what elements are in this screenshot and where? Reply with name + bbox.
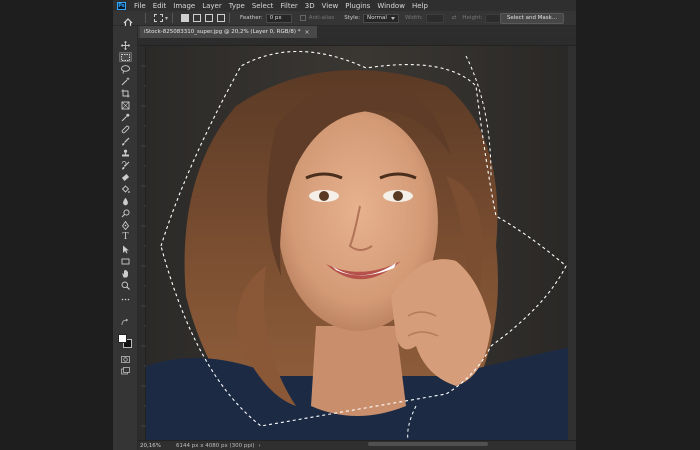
antialias-label: Anti-alias: [308, 15, 335, 21]
home-icon[interactable]: [123, 13, 133, 28]
pen-icon[interactable]: [119, 220, 132, 230]
drop-icon[interactable]: [119, 196, 132, 206]
feather-input[interactable]: 0 px: [265, 13, 292, 23]
zoom-level[interactable]: 20,16%: [140, 443, 170, 449]
menu-3d[interactable]: 3D: [305, 2, 315, 10]
rectangle-icon[interactable]: [119, 256, 132, 266]
add-selection-icon[interactable]: [193, 14, 202, 22]
right-backdrop: [576, 0, 700, 450]
portrait-photo: [146, 46, 576, 440]
style-label: Style:: [344, 15, 360, 21]
divider: [229, 13, 231, 23]
eyedropper-icon[interactable]: [119, 112, 132, 122]
antialias-checkbox[interactable]: [299, 15, 306, 21]
menu-edit[interactable]: Edit: [153, 2, 167, 10]
vertical-scrollbar[interactable]: [568, 46, 576, 440]
menu-help[interactable]: Help: [412, 2, 428, 10]
vertical-ruler[interactable]: [138, 46, 146, 440]
width-label: Width:: [404, 15, 423, 21]
document-size-info: 6144 px x 4080 px (300 ppi): [176, 442, 255, 449]
tab-strip: [318, 26, 576, 38]
chevron-right-icon[interactable]: ›: [259, 443, 261, 449]
crop-icon[interactable]: [119, 88, 132, 98]
close-icon[interactable]: ×: [305, 29, 310, 36]
foreground-color-swatch[interactable]: [118, 334, 127, 343]
width-input[interactable]: [425, 13, 444, 23]
horizontal-ruler[interactable]: [138, 38, 576, 53]
history-brush-icon[interactable]: [119, 160, 132, 170]
zoom-icon[interactable]: [119, 280, 132, 290]
height-label: Height:: [462, 15, 483, 21]
style-select[interactable]: Normal: [362, 13, 399, 23]
hand-icon[interactable]: [119, 268, 132, 278]
rect-marquee-preset-icon[interactable]: [154, 14, 163, 22]
stamp-icon[interactable]: [119, 148, 132, 158]
select-and-mask-button[interactable]: Select and Mask...: [500, 13, 564, 24]
status-bar: 20,16% 6144 px x 4080 px (300 ppi) ›: [138, 440, 576, 450]
chevron-down-icon[interactable]: ▾: [165, 15, 168, 22]
photoshop-logo: Ps: [117, 1, 126, 10]
quick-mask-icon[interactable]: [119, 354, 132, 364]
menu-window[interactable]: Window: [377, 2, 405, 10]
magic-wand-icon[interactable]: [119, 76, 132, 86]
new-selection-icon[interactable]: [181, 14, 190, 22]
horizontal-scrollbar[interactable]: [368, 442, 488, 446]
brush-icon[interactable]: [119, 136, 132, 146]
divider: [145, 13, 146, 23]
dodge-icon[interactable]: [119, 208, 132, 218]
menu-select[interactable]: Select: [252, 2, 274, 10]
rect-marquee-icon[interactable]: [119, 52, 132, 62]
feather-label: Feather:: [240, 15, 263, 21]
lasso-icon[interactable]: [119, 64, 132, 74]
tools-panel: T: [113, 26, 138, 450]
eraser-icon[interactable]: [119, 172, 132, 182]
menu-file[interactable]: File: [134, 2, 146, 10]
menu-layer[interactable]: Layer: [202, 2, 222, 10]
menu-image[interactable]: Image: [173, 2, 195, 10]
document-canvas[interactable]: [146, 46, 576, 440]
document-tab-title: iStock-825083310_super.jpg @ 20,2% (Laye…: [144, 29, 301, 35]
left-backdrop: [0, 0, 113, 450]
screen-mode-icon[interactable]: [119, 366, 132, 376]
intersect-selection-icon[interactable]: [217, 14, 226, 22]
menu-bar: Ps File Edit Image Layer Type Select Fil…: [113, 0, 576, 11]
screenshot-frame: Ps File Edit Image Layer Type Select Fil…: [0, 0, 700, 450]
menu-type[interactable]: Type: [229, 2, 245, 10]
arrow-icon[interactable]: [119, 244, 132, 254]
divider: [172, 13, 174, 23]
swap-icon[interactable]: ⇄: [452, 15, 457, 21]
frame-icon[interactable]: [119, 100, 132, 110]
ellipsis-icon[interactable]: [119, 294, 132, 304]
bucket-icon[interactable]: [119, 184, 132, 194]
swap-colors-icon[interactable]: [119, 318, 132, 326]
menu-view[interactable]: View: [322, 2, 339, 10]
type-icon[interactable]: T: [119, 232, 132, 242]
bandage-icon[interactable]: [119, 124, 132, 134]
document-tab[interactable]: iStock-825083310_super.jpg @ 20,2% (Laye…: [140, 26, 318, 38]
menu-plugins[interactable]: Plugins: [345, 2, 370, 10]
options-bar: ▾ Feather: 0 px Anti-alias Style: Normal…: [113, 11, 576, 28]
subtract-selection-icon[interactable]: [205, 14, 214, 22]
move-icon[interactable]: [119, 40, 132, 50]
photoshop-window: Ps File Edit Image Layer Type Select Fil…: [113, 0, 576, 450]
menu-filter[interactable]: Filter: [280, 2, 297, 10]
